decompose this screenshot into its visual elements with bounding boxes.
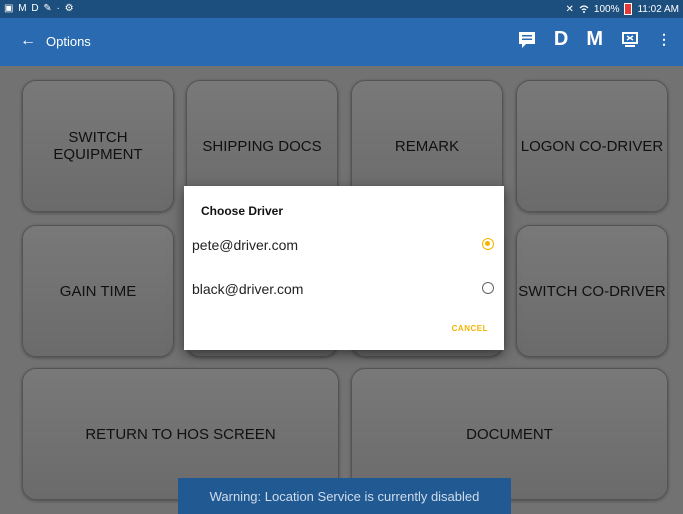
app-bar: ← Options D M ⋮ <box>0 18 683 66</box>
m-action-button[interactable]: M <box>586 28 603 51</box>
cancel-button[interactable]: CANCEL <box>452 324 488 333</box>
status-right-group: ✕ 100% 11:02 AM <box>566 3 679 15</box>
radio-unselected-icon[interactable] <box>482 282 494 294</box>
message-icon[interactable] <box>518 31 536 49</box>
status-bar: ▣ M D ✎ · ⚙ ✕ 100% 11:02 AM <box>0 0 683 18</box>
back-arrow-icon[interactable]: ← <box>20 32 36 50</box>
driver-option-label: pete@driver.com <box>192 237 299 253</box>
battery-icon <box>624 3 633 15</box>
d-action-button[interactable]: D <box>554 28 568 51</box>
radio-selected-icon[interactable] <box>482 238 494 250</box>
choose-driver-dialog: Choose Driver pete@driver.com black@driv… <box>184 186 504 350</box>
device-sync-icon[interactable] <box>621 31 639 49</box>
mute-icon: ✕ <box>565 3 574 15</box>
driver-option-label: black@driver.com <box>192 281 304 297</box>
overflow-menu-icon[interactable]: ⋮ <box>657 31 671 48</box>
status-time: 11:02 AM <box>637 3 679 15</box>
dialog-title: Choose Driver <box>201 204 284 218</box>
location-warning-toast: Warning: Location Service is currently d… <box>178 478 511 514</box>
driver-option[interactable]: pete@driver.com <box>184 231 504 259</box>
status-notification-icons: ▣ M D ✎ · ⚙ <box>4 3 75 14</box>
battery-percent: 100% <box>593 3 620 15</box>
wifi-icon <box>579 5 589 13</box>
driver-option[interactable]: black@driver.com <box>184 275 504 303</box>
app-bar-actions: D M ⋮ <box>518 28 671 51</box>
page-title: Options <box>46 34 91 49</box>
